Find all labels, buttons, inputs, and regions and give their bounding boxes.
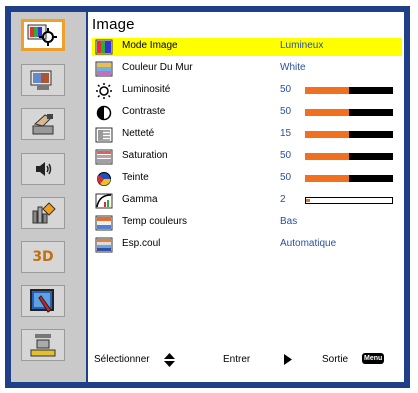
- up-down-arrow-icon: [164, 353, 175, 367]
- display-icon: [30, 70, 52, 90]
- contrast-icon: [96, 105, 112, 121]
- menu-item-label: Mode Image: [122, 40, 178, 51]
- slider-fill: [305, 109, 349, 116]
- options-icon: [32, 202, 56, 224]
- interactive-pen-icon: [30, 289, 54, 313]
- menu-item-label: Netteté: [122, 128, 155, 139]
- saturation-icon: [95, 149, 113, 165]
- 3d-icon: 3D: [32, 249, 54, 265]
- sidebar-item-audio[interactable]: [21, 153, 65, 185]
- image-settings-panel: Image Mode Image Lumineux Couleur Du Mur…: [88, 12, 404, 382]
- sharpness-icon: [95, 127, 113, 143]
- slider-fill: [305, 87, 349, 94]
- page-title: Image: [92, 16, 135, 33]
- color-temp-icon: [95, 215, 113, 231]
- brightness-sun-icon: [96, 83, 112, 99]
- sidebar-item-options[interactable]: [21, 197, 65, 229]
- sidebar: 3D: [11, 12, 86, 382]
- menu-item-saturation[interactable]: Saturation 50: [92, 148, 402, 166]
- mode-image-icon: [95, 39, 113, 55]
- menu-item-contrast[interactable]: Contraste 50: [92, 104, 402, 122]
- sidebar-item-setup[interactable]: [21, 108, 65, 140]
- color-space-icon: [95, 237, 113, 253]
- slider-fill: [305, 175, 349, 182]
- setup-hand-icon: [32, 114, 54, 135]
- menu-item-label: Saturation: [122, 150, 168, 161]
- menu-item-label: Couleur Du Mur: [122, 62, 193, 73]
- menu-item-wall-color[interactable]: Couleur Du Mur White: [92, 60, 402, 78]
- menu-item-value: 50: [280, 106, 292, 117]
- saturation-slider[interactable]: [305, 153, 393, 160]
- menu-item-value: Bas: [280, 216, 298, 227]
- menu-item-value: Lumineux: [280, 40, 324, 51]
- menu-item-mode-image[interactable]: Mode Image Lumineux: [92, 38, 402, 56]
- menu-item-value: White: [280, 62, 306, 73]
- right-arrow-icon: [284, 354, 292, 365]
- menu-item-label: Temp couleurs: [122, 216, 188, 227]
- menu-item-color-temp[interactable]: Temp couleurs Bas: [92, 214, 402, 232]
- menu-item-label: Luminosité: [122, 84, 171, 95]
- menu-item-value: 50: [280, 172, 292, 183]
- exit-hint-label: Sortie: [322, 354, 349, 365]
- slider-fill: [305, 131, 349, 138]
- select-hint-label: Sélectionner: [94, 354, 150, 365]
- menu-item-label: Teinte: [122, 172, 149, 183]
- menu-item-value: 50: [280, 84, 292, 95]
- menu-item-value: 2: [280, 194, 286, 205]
- tint-icon: [96, 172, 111, 186]
- network-icon: [30, 334, 56, 357]
- speaker-icon: [36, 162, 52, 176]
- sidebar-item-display[interactable]: [21, 64, 65, 96]
- sharpness-slider[interactable]: [305, 131, 393, 138]
- menu-item-label: Esp.coul: [122, 238, 161, 249]
- contrast-slider[interactable]: [305, 109, 393, 116]
- menu-item-label: Contraste: [122, 106, 166, 117]
- menu-key-icon: Menu: [362, 353, 385, 364]
- menu-item-value: Automatique: [280, 238, 337, 249]
- gamma-slider[interactable]: [305, 197, 393, 204]
- menu-item-tint[interactable]: Teinte 50: [92, 170, 402, 188]
- menu-item-value: 50: [280, 150, 292, 161]
- slider-fill: [305, 153, 349, 160]
- image-settings-icon: [27, 24, 57, 46]
- menu-item-brightness[interactable]: Luminosité 50: [92, 82, 402, 100]
- menu-item-color-space[interactable]: Esp.coul Automatique: [92, 236, 402, 254]
- footer-hints: Sélectionner Entrer Sortie Menu: [88, 350, 404, 370]
- sidebar-item-image-settings[interactable]: [21, 19, 65, 51]
- wall-color-icon: [95, 61, 113, 77]
- tint-slider[interactable]: [305, 175, 393, 182]
- sidebar-item-lan[interactable]: [21, 329, 65, 361]
- brightness-slider[interactable]: [305, 87, 393, 94]
- slider-fill: [306, 199, 311, 202]
- menu-item-label: Gamma: [122, 194, 158, 205]
- menu-item-value: 15: [280, 128, 292, 139]
- menu-item-sharpness[interactable]: Netteté 15: [92, 126, 402, 144]
- sidebar-item-interactive[interactable]: [21, 285, 65, 317]
- sidebar-item-3d[interactable]: 3D: [21, 241, 65, 273]
- gamma-icon: [95, 193, 113, 209]
- enter-hint-label: Entrer: [223, 354, 251, 365]
- menu-item-gamma[interactable]: Gamma 2: [92, 192, 402, 210]
